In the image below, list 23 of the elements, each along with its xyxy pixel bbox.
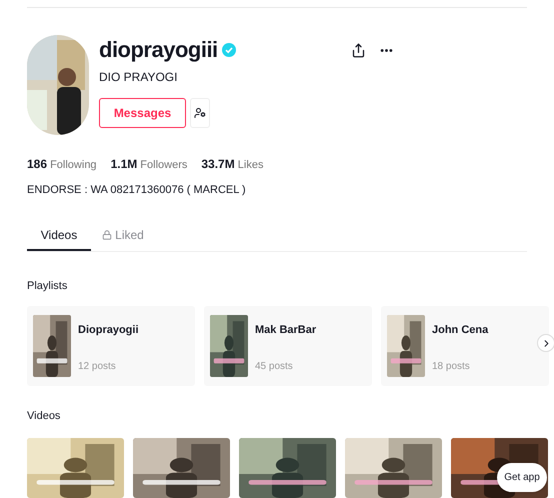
playlist-title: Dioprayogii — [78, 323, 139, 338]
bio: ENDORSE : WA 082171360076 ( MARCEL ) — [26, 183, 247, 198]
display-name: DIO PRAYOGI — [99, 69, 178, 86]
playlist-card[interactable]: Mak BarBar 45 posts — [204, 306, 372, 386]
messages-button[interactable]: Messages — [99, 98, 186, 128]
settings-button[interactable] — [190, 98, 210, 128]
next-button[interactable] — [537, 334, 554, 352]
post-count: 18 posts — [432, 360, 471, 374]
post-count: 45 posts — [255, 360, 294, 374]
stat: 186 Following — [27, 157, 97, 172]
stat: 33.7M Likes — [201, 157, 264, 172]
stat: 1.1M Followers — [110, 157, 188, 172]
playlist-title: Mak BarBar — [255, 323, 316, 338]
share-icon[interactable] — [350, 42, 366, 58]
playlist-card[interactable]: Dioprayogii 12 posts — [27, 306, 195, 386]
playlist-card[interactable]: John Cena 18 posts — [381, 306, 549, 386]
playlist-title: John Cena — [432, 323, 488, 338]
post-count: 12 posts — [78, 360, 117, 374]
person-gear-icon — [194, 107, 206, 119]
section-heading: Playlists — [26, 278, 68, 294]
section-heading: Videos — [26, 409, 62, 424]
tab[interactable]: Videos — [27, 220, 91, 250]
username: dioprayogiii — [99, 36, 218, 64]
